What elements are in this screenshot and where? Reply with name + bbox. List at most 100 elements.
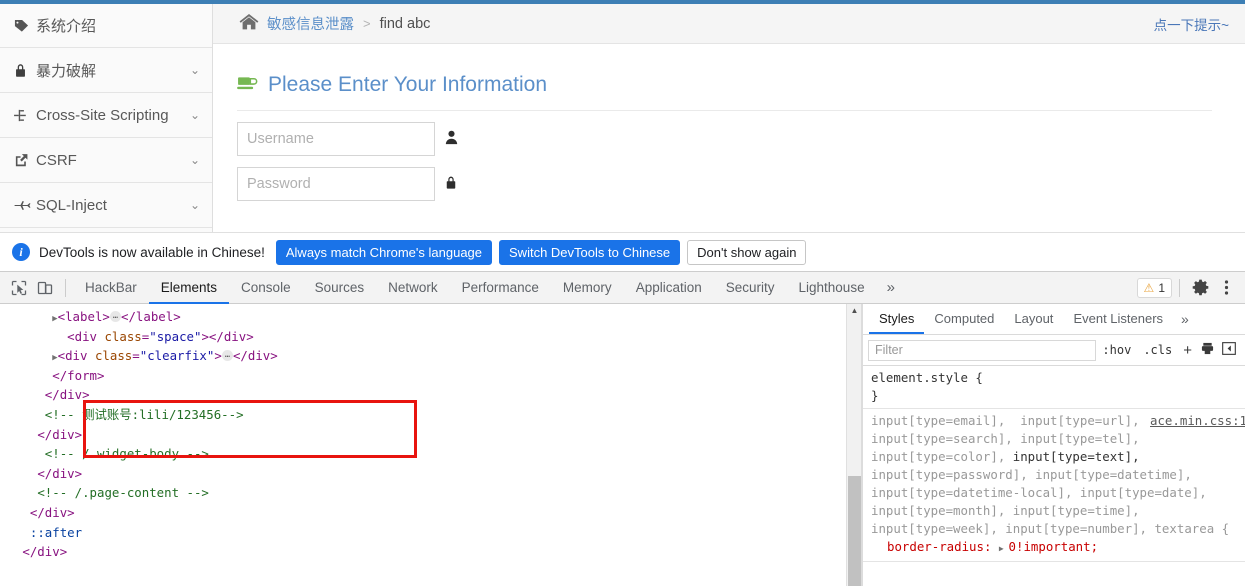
toolbar-divider	[65, 278, 66, 297]
gear-icon[interactable]	[1187, 275, 1213, 301]
username-row	[237, 122, 1221, 156]
login-form-panel: Please Enter Your Information	[213, 45, 1245, 232]
password-row	[237, 167, 1221, 201]
dom-tree[interactable]: ▶<label>… </label> <div class="space"></d…	[0, 304, 846, 586]
username-input[interactable]	[237, 122, 435, 156]
chevron-down-icon: ⌄	[189, 108, 200, 122]
sidebar-item-label: 暴力破解	[36, 62, 97, 80]
selector-segment: input[type=text],	[1012, 449, 1155, 464]
dom-token: >	[214, 348, 222, 364]
dom-token: </label>	[120, 309, 181, 324]
chevron-double-right-icon[interactable]: »	[877, 279, 905, 296]
dom-token: ::after	[29, 524, 83, 540]
force-hover-state-button[interactable]: :hov	[1096, 343, 1137, 357]
chevron-down-icon: ⌄	[189, 153, 200, 167]
breadcrumb-link[interactable]: 敏感信息泄露	[267, 13, 354, 34]
lock-icon	[435, 175, 467, 194]
scroll-up-arrow-icon[interactable]: ▲	[847, 306, 862, 315]
style-rule[interactable]: ace.min.css:1 input[type=email], input[ty…	[863, 409, 1245, 562]
style-rule[interactable]: element.style { }	[863, 366, 1245, 409]
dom-tree-line[interactable]: </div>	[0, 503, 846, 523]
dom-tree-line[interactable]: <!-- /.page-content -->	[0, 483, 846, 503]
tab-security[interactable]: Security	[714, 272, 787, 304]
tab-layout[interactable]: Layout	[1004, 304, 1063, 334]
dom-tree-line[interactable]: <!-- 测试账号:lili/123456-->	[0, 405, 846, 425]
tab-lighthouse[interactable]: Lighthouse	[787, 272, 877, 304]
warning-count-chip[interactable]: ⚠ 1	[1136, 277, 1172, 298]
devtools-language-notification: i DevTools is now available in Chinese! …	[0, 232, 1245, 271]
tab-network[interactable]: Network	[376, 272, 450, 304]
dom-token: </div>	[232, 348, 278, 364]
dom-tree-line[interactable]: ▶<div class="clearfix">… </div>	[0, 346, 846, 366]
dom-tree-line[interactable]: </div>	[0, 542, 846, 562]
panel-collapse-icon[interactable]	[1218, 342, 1240, 358]
dom-tree-line[interactable]: ▶<label>… </label>	[0, 307, 846, 327]
dom-tree-line[interactable]: ::after	[0, 523, 846, 543]
info-icon: i	[12, 243, 30, 261]
dom-tree-scrollbar[interactable]: ▲	[846, 304, 861, 586]
switch-devtools-to-chinese-button[interactable]: Switch DevTools to Chinese	[499, 239, 681, 265]
style-source-link[interactable]: ace.min.css:1	[1150, 412, 1245, 430]
home-icon[interactable]	[239, 13, 259, 34]
dom-token: </div>	[22, 544, 68, 560]
sidebar-nav: 系统介绍 暴力破解 ⌄ Cross-Site Scripting ⌄ CSRF …	[0, 4, 213, 232]
warning-count: 1	[1158, 280, 1165, 295]
plus-icon[interactable]: +	[1178, 342, 1197, 359]
chevron-down-icon: ⌄	[189, 63, 200, 77]
selector-segment: element.style {	[871, 370, 991, 385]
styles-panel: Styles Computed Layout Event Listeners »…	[863, 304, 1245, 586]
dom-token: <label>	[57, 309, 110, 324]
always-match-chrome-language-button[interactable]: Always match Chrome's language	[275, 239, 493, 265]
tab-event-listeners[interactable]: Event Listeners	[1063, 304, 1173, 334]
dom-token: <div	[67, 328, 105, 344]
dom-tree-line[interactable]: </div>	[0, 464, 846, 484]
dom-tree-line[interactable]: <!-- /.widget-body -->	[0, 444, 846, 464]
print-style-icon[interactable]	[1197, 342, 1218, 358]
declaration-value[interactable]: 0!important;	[1009, 539, 1099, 554]
dom-tree-line[interactable]: </div>	[0, 385, 846, 405]
style-declaration[interactable]: border-radius: ▶ 0!important;	[871, 538, 1245, 558]
selector-segment: input[type=email],	[871, 413, 1021, 428]
tab-styles[interactable]: Styles	[869, 304, 925, 334]
kebab-menu-icon[interactable]	[1213, 275, 1239, 301]
style-selector: input[type=email], input[type=url], inpu…	[871, 412, 1245, 538]
tab-elements[interactable]: Elements	[148, 272, 230, 304]
tab-hackbar[interactable]: HackBar	[73, 272, 149, 304]
dont-show-again-button[interactable]: Don't show again	[687, 239, 807, 265]
dom-token: </div>	[44, 387, 90, 403]
sidebar-item-csrf[interactable]: CSRF ⌄	[0, 138, 212, 183]
tab-console[interactable]: Console	[229, 272, 303, 304]
password-input[interactable]	[237, 167, 435, 201]
styles-filter-input[interactable]: Filter	[868, 339, 1097, 361]
scrollbar-thumb[interactable]	[848, 476, 861, 586]
device-toolbar-icon[interactable]	[32, 275, 58, 301]
tab-memory[interactable]: Memory	[551, 272, 624, 304]
tab-application[interactable]: Application	[624, 272, 714, 304]
dom-token: ></div>	[201, 328, 254, 344]
inspect-element-icon[interactable]	[6, 275, 32, 301]
warning-icon: ⚠	[1143, 280, 1155, 295]
styles-rules-list[interactable]: element.style { } ace.min.css:1 input[type…	[863, 366, 1245, 562]
dom-token: "clearfix"	[139, 348, 215, 364]
tab-computed[interactable]: Computed	[924, 304, 1004, 334]
title-divider	[237, 110, 1212, 111]
collapsed-children-icon: …	[109, 311, 121, 322]
sidebar-item-brute-force[interactable]: 暴力破解 ⌄	[0, 48, 212, 93]
dom-token: </form>	[52, 367, 105, 383]
notification-message: DevTools is now available in Chinese!	[39, 244, 265, 260]
expand-triangle-icon[interactable]: ▶	[999, 544, 1009, 553]
sidebar-item-sql-inject[interactable]: SQL-Inject ⌄	[0, 183, 212, 228]
dom-tree-line[interactable]: <div class="space"></div>	[0, 327, 846, 347]
dom-tree-line[interactable]: </div>	[0, 425, 846, 445]
breadcrumb: 敏感信息泄露 > find abc 点一下提示~	[213, 4, 1245, 44]
tab-sources[interactable]: Sources	[303, 272, 377, 304]
styles-filter-row: Filter :hov .cls +	[863, 335, 1245, 366]
hint-link[interactable]: 点一下提示~	[1154, 14, 1229, 34]
tab-performance[interactable]: Performance	[450, 272, 551, 304]
sidebar-item-cross-site-scripting[interactable]: Cross-Site Scripting ⌄	[0, 93, 212, 138]
dom-tree-line[interactable]: </form>	[0, 366, 846, 386]
declaration-property: border-radius:	[887, 539, 999, 554]
sidebar-item-system-intro[interactable]: 系统介绍	[0, 4, 212, 48]
chevron-double-right-icon[interactable]: »	[1173, 311, 1197, 327]
element-classes-button[interactable]: .cls	[1137, 343, 1178, 357]
